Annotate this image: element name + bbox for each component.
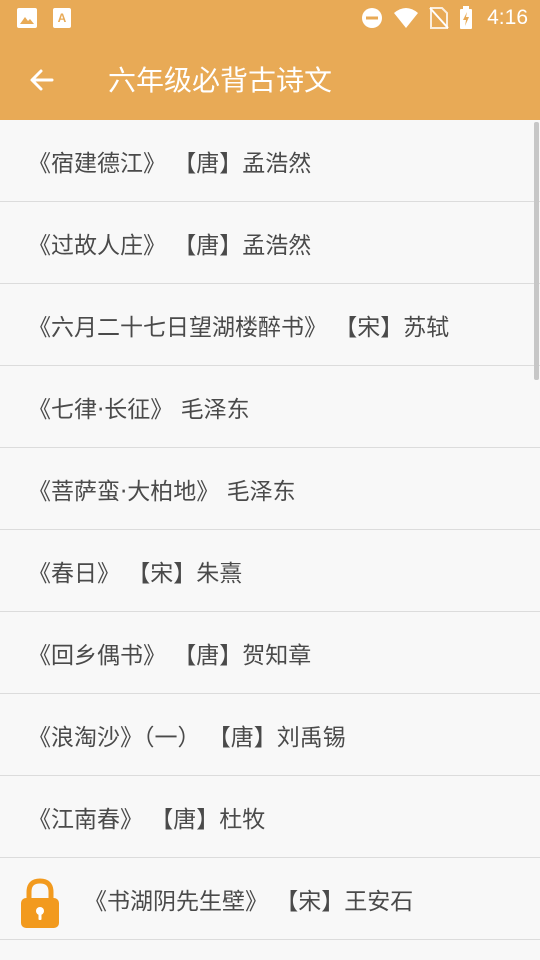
no-sim-icon [429,7,449,29]
list-item[interactable]: 《七律·长征》 毛泽东 [0,366,540,448]
poem-title: 《六月二十七日望湖楼醉书》 【宋】苏轼 [28,314,450,341]
battery-charging-icon [460,6,473,29]
poem-list[interactable]: 《宿建德江》 【唐】孟浩然 《过故人庄》 【唐】孟浩然《六月二十七日望湖楼醉书》 … [0,120,540,960]
poem-title: 《菩萨蛮·大柏地》 毛泽东 [28,478,296,505]
status-time: 4:16 [487,6,528,29]
list-item[interactable]: 《书湖阴先生壁》 【宋】王安石 [0,858,540,940]
poem-title: 《春日》 【宋】朱熹 [28,560,243,587]
list-item[interactable]: 《宿建德江》 【唐】孟浩然 [0,120,540,202]
poem-title: 《过故人庄》 【唐】孟浩然 [28,232,312,259]
toolbar: 六年级必背古诗文 [0,38,540,120]
svg-text:A: A [58,11,67,25]
poem-title: 《浪淘沙》（一） 【唐】刘禹锡 [28,724,346,751]
page-title: 六年级必背古诗文 [108,64,333,97]
scrollbar[interactable] [534,122,539,380]
do-not-disturb-icon [362,8,383,28]
list-item[interactable]: 《春日》 【宋】朱熹 [0,530,540,612]
list-item[interactable]: 《浪淘沙》（一） 【唐】刘禹锡 [0,694,540,776]
lock-icon [21,878,59,928]
list-item[interactable]: 《六月二十七日望湖楼醉书》 【宋】苏轼 [0,284,540,366]
list-item[interactable]: 《江南春》 【唐】杜牧 [0,776,540,858]
poem-title: 《江南春》 【唐】杜牧 [28,806,266,833]
list-item[interactable]: 《菩萨蛮·大柏地》 毛泽东 [0,448,540,530]
list-item[interactable]: 《回乡偶书》 【唐】贺知章 [0,612,540,694]
poem-title: 《书湖阴先生壁》 【宋】王安石 [84,888,414,915]
poem-title: 《七律·长征》 毛泽东 [28,396,250,423]
image-icon [17,8,37,28]
list-item[interactable]: 《过故人庄》 【唐】孟浩然 [0,202,540,284]
status-bar: A 4:16 [0,0,540,38]
poem-title: 《回乡偶书》 【唐】贺知章 [28,642,312,669]
text-app-icon: A [53,8,71,28]
back-arrow-icon[interactable] [26,64,58,96]
poem-title: 《宿建德江》 【唐】孟浩然 [28,150,312,177]
wifi-icon [394,8,419,28]
